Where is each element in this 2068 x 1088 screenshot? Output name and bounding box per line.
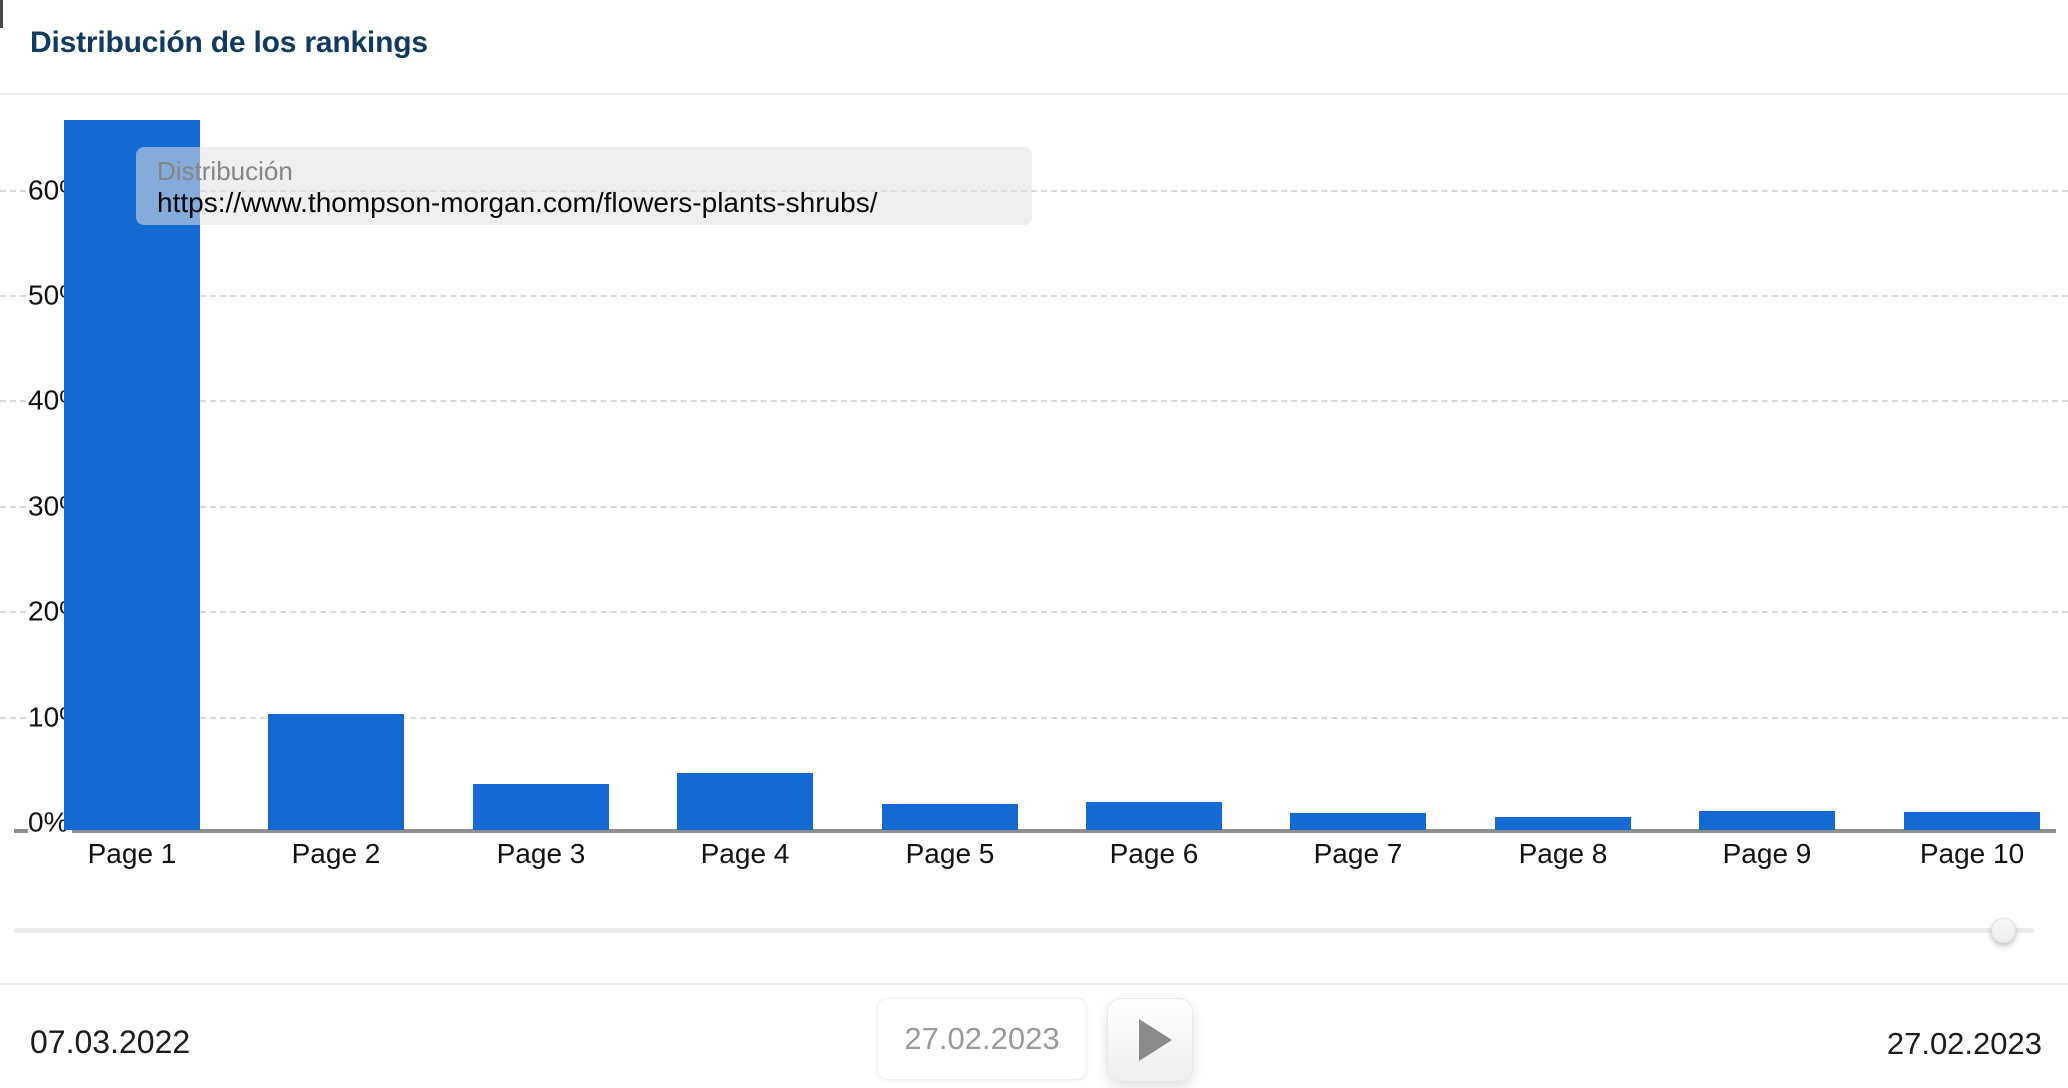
bar-page-3[interactable] (473, 784, 609, 830)
bar-page-2[interactable] (268, 714, 404, 830)
timeline-slider-track[interactable] (14, 928, 2034, 933)
x-axis-label-page-3: Page 3 (439, 838, 643, 870)
timeline-start-date: 07.03.2022 (30, 1024, 190, 1061)
gridline-20% (0, 611, 2068, 613)
x-axis-label-page-6: Page 6 (1052, 838, 1256, 870)
tooltip-url: https://www.thompson-morgan.com/flowers-… (157, 187, 1012, 219)
x-axis-label-page-4: Page 4 (643, 838, 847, 870)
footer-divider (0, 983, 2068, 985)
bar-page-7[interactable] (1290, 813, 1426, 830)
x-axis-label-page-10: Page 10 (1870, 838, 2068, 870)
bar-page-10[interactable] (1904, 812, 2040, 830)
x-axis-label-page-1: Page 1 (30, 838, 234, 870)
bar-page-1[interactable] (64, 120, 200, 830)
x-axis-label-page-7: Page 7 (1256, 838, 1460, 870)
gridline-40% (0, 400, 2068, 402)
bar-page-4[interactable] (677, 773, 813, 830)
timeline-end-date: 27.02.2023 (1887, 1026, 2042, 1062)
bar-page-5[interactable] (882, 804, 1018, 830)
x-axis-label-page-8: Page 8 (1461, 838, 1665, 870)
gridline-50% (0, 295, 2068, 297)
bar-page-8[interactable] (1495, 817, 1631, 830)
rankings-bar-chart: 0%10%20%30%40%50%60%Page 1Page 2Page 3Pa… (0, 0, 2068, 1088)
bar-page-6[interactable] (1086, 802, 1222, 830)
x-axis-label-page-9: Page 9 (1665, 838, 1869, 870)
x-axis-label-page-5: Page 5 (848, 838, 1052, 870)
date-input[interactable] (877, 998, 1087, 1080)
play-button[interactable] (1107, 998, 1193, 1082)
x-axis-label-page-2: Page 2 (234, 838, 438, 870)
tooltip-title: Distribución (157, 155, 1012, 187)
chart-tooltip: Distribución https://www.thompson-morgan… (136, 147, 1032, 225)
rankings-distribution-panel: Distribución de los rankings 0%10%20%30%… (0, 0, 2068, 1088)
bar-page-9[interactable] (1699, 811, 1835, 830)
play-icon (1139, 1019, 1172, 1061)
gridline-30% (0, 506, 2068, 508)
timeline-slider-handle[interactable] (1991, 918, 2016, 943)
